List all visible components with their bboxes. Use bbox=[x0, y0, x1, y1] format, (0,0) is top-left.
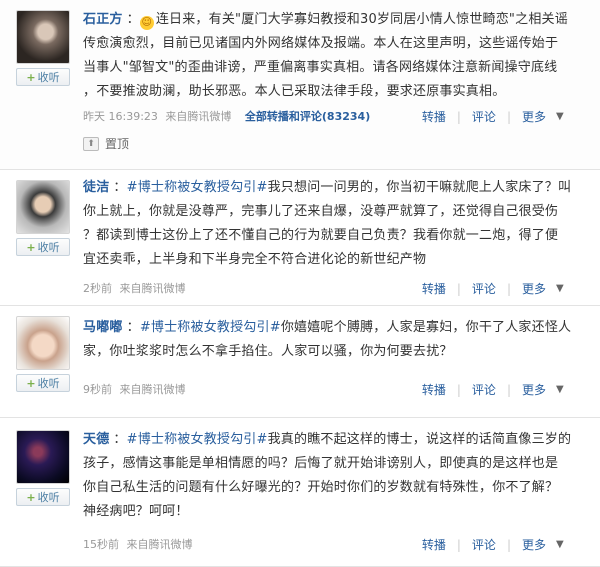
post-actions: 转播 | 评论 | 更多 ▼ bbox=[422, 536, 570, 553]
avatar[interactable] bbox=[16, 316, 70, 370]
plus-icon: + bbox=[26, 490, 36, 504]
post-text: 马嘟嘟 ：#博士称被女教授勾引#你嬉嬉呢个膊膊，人家是寡妇，你干了人家还怪人 家，… bbox=[83, 320, 572, 359]
author-name[interactable]: 徒洁 bbox=[83, 180, 109, 195]
more-button[interactable]: 更多 bbox=[522, 536, 546, 553]
avatar[interactable] bbox=[16, 180, 70, 234]
author-name[interactable]: 天德 bbox=[83, 432, 109, 447]
follow-button[interactable]: + 收听 bbox=[16, 238, 70, 256]
feed-post: + 收听 徒洁 ：#博士称被女教授勾引#我只想问一问男的，你当初干嘛就爬上人家床了… bbox=[0, 170, 600, 306]
post-time[interactable]: 9秒前 bbox=[83, 383, 112, 396]
post-actions: 转播 | 评论 | 更多 ▼ bbox=[422, 108, 570, 125]
feed-post: + 收听 天德 ：#博士称被女教授勾引#我真的瞧不起这样的博士，说这样的话简直像三… bbox=[0, 418, 600, 567]
comment-button[interactable]: 评论 bbox=[472, 280, 496, 297]
retweet-button[interactable]: 转播 bbox=[422, 536, 446, 553]
weibo-feed: + 收听 石正方： ☺ 连日来，有关"厦门大学寡妇教授和30岁同居小情人惊世畸恋"之… bbox=[0, 0, 600, 567]
post-source: 来自腾讯微博 bbox=[165, 110, 232, 123]
post-meta: 昨天 16:39:23 来自腾讯微博 全部转播和评论(83234) 转播 | 评… bbox=[83, 108, 588, 125]
comment-button[interactable]: 评论 bbox=[472, 536, 496, 553]
topic-link[interactable]: #博士称被女教授勾引# bbox=[140, 320, 281, 335]
feed-post: + 收听 石正方： ☺ 连日来，有关"厦门大学寡妇教授和30岁同居小情人惊世畸恋"之… bbox=[0, 0, 600, 170]
follow-button[interactable]: + 收听 bbox=[16, 488, 70, 506]
comment-button[interactable]: 评论 bbox=[472, 108, 496, 125]
retweet-button[interactable]: 转播 bbox=[422, 108, 446, 125]
post-time[interactable]: 昨天 16:39:23 bbox=[83, 110, 158, 123]
post-source: 来自腾讯微博 bbox=[126, 538, 193, 551]
post-actions: 转播 | 评论 | 更多 ▼ bbox=[422, 280, 570, 297]
post-text: 天德 ：#博士称被女教授勾引#我真的瞧不起这样的博士，说这样的话简直像三岁的 孩子… bbox=[83, 432, 572, 519]
topic-link[interactable]: #博士称被女教授勾引# bbox=[127, 432, 268, 447]
pin-to-top[interactable]: ⬆ 置顶 bbox=[83, 135, 129, 152]
retweet-button[interactable]: 转播 bbox=[422, 381, 446, 398]
plus-icon: + bbox=[26, 376, 36, 390]
post-meta: 15秒前 来自腾讯微博 转播 | 评论 | 更多 ▼ bbox=[83, 536, 588, 553]
post-source: 来自腾讯微博 bbox=[119, 282, 186, 295]
feed-post: + 收听 马嘟嘟 ：#博士称被女教授勾引#你嬉嬉呢个膊膊，人家是寡妇，你干了人家还… bbox=[0, 306, 600, 418]
more-button[interactable]: 更多 bbox=[522, 381, 546, 398]
post-text: 石正方： ☺ 连日来，有关"厦门大学寡妇教授和30岁同居小情人惊世畸恋"之相关谣 传… bbox=[83, 12, 568, 99]
plus-icon: + bbox=[26, 70, 36, 84]
post-text: 徒洁 ：#博士称被女教授勾引#我只想问一问男的，你当初干嘛就爬上人家床了？叫 你上… bbox=[83, 180, 572, 267]
avatar[interactable] bbox=[16, 10, 70, 64]
smile-icon: ☺ bbox=[139, 16, 154, 30]
avatar[interactable] bbox=[16, 430, 70, 484]
retweet-button[interactable]: 转播 bbox=[422, 280, 446, 297]
chevron-down-icon[interactable]: ▼ bbox=[556, 283, 570, 295]
follow-button[interactable]: + 收听 bbox=[16, 68, 70, 86]
post-meta: 2秒前 来自腾讯微博 转播 | 评论 | 更多 ▼ bbox=[83, 280, 588, 297]
chevron-down-icon[interactable]: ▼ bbox=[556, 384, 570, 396]
plus-icon: + bbox=[26, 240, 36, 254]
post-meta: 9秒前 来自腾讯微博 转播 | 评论 | 更多 ▼ bbox=[83, 381, 588, 398]
pin-icon: ⬆ bbox=[83, 136, 99, 151]
post-actions: 转播 | 评论 | 更多 ▼ bbox=[422, 381, 570, 398]
comment-button[interactable]: 评论 bbox=[472, 381, 496, 398]
post-source: 来自腾讯微博 bbox=[119, 383, 186, 396]
chevron-down-icon[interactable]: ▼ bbox=[556, 539, 570, 551]
all-retweets-link[interactable]: 全部转播和评论(83234) bbox=[245, 110, 370, 123]
chevron-down-icon[interactable]: ▼ bbox=[556, 111, 570, 123]
post-time[interactable]: 15秒前 bbox=[83, 538, 119, 551]
author-name[interactable]: 石正方 bbox=[83, 12, 123, 27]
author-name[interactable]: 马嘟嘟 bbox=[83, 320, 123, 335]
more-button[interactable]: 更多 bbox=[522, 280, 546, 297]
topic-link[interactable]: #博士称被女教授勾引# bbox=[127, 180, 268, 195]
follow-button[interactable]: + 收听 bbox=[16, 374, 70, 392]
post-time[interactable]: 2秒前 bbox=[83, 282, 112, 295]
more-button[interactable]: 更多 bbox=[522, 108, 546, 125]
